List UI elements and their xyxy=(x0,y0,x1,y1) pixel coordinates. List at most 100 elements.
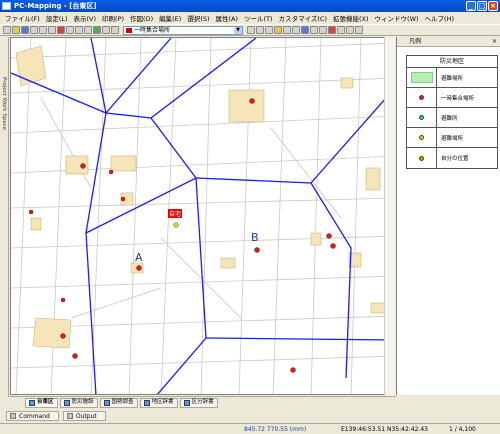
legend-label: 自分の位置 xyxy=(441,156,469,162)
minimize-button[interactable]: _ xyxy=(466,1,476,11)
redo-icon[interactable] xyxy=(75,26,83,34)
tab-taito[interactable]: 台東区 xyxy=(25,397,58,408)
red-dot-icon xyxy=(419,95,424,100)
tab-label: 地区辞書 xyxy=(151,399,174,405)
assembly-points xyxy=(28,98,336,373)
map-icon xyxy=(143,399,150,406)
window-title: PC-Mapping - [台東区] xyxy=(14,2,97,10)
layer-select[interactable]: 一時集合場所 ▼ xyxy=(123,25,243,35)
legend-row: 一時集合場所 xyxy=(407,88,497,108)
point-b-label: B xyxy=(251,231,259,244)
app-icon xyxy=(2,2,11,10)
layer-list-icon[interactable] xyxy=(111,26,119,34)
save-icon[interactable] xyxy=(21,26,29,34)
map-vertical-scrollbar[interactable] xyxy=(384,37,395,395)
undo-icon[interactable] xyxy=(66,26,74,34)
legend-row: 自分の位置 xyxy=(407,148,497,168)
grid-icon[interactable] xyxy=(93,26,101,34)
menu-view[interactable]: 表示(V) xyxy=(71,13,100,23)
tab-label: Command xyxy=(19,412,50,420)
yellow-dot-icon xyxy=(419,135,424,140)
zoom-out-icon[interactable] xyxy=(256,26,264,34)
menu-attribute[interactable]: 属性(A) xyxy=(213,13,242,23)
edit-icon[interactable] xyxy=(346,26,354,34)
menu-help[interactable]: ヘルプ(H) xyxy=(422,13,457,23)
tab-census[interactable]: 国勢調査 xyxy=(99,397,138,408)
project-workspace-label: Project Work Space xyxy=(1,77,7,131)
project-workspace-tab[interactable]: Project Work Space xyxy=(0,37,9,397)
legend-close-icon[interactable]: × xyxy=(492,37,497,47)
tab-label: 防災施設 xyxy=(71,399,94,405)
menu-draw[interactable]: 作図(D) xyxy=(127,13,156,23)
marker-icon[interactable] xyxy=(328,26,336,34)
menu-edit[interactable]: 編集(E) xyxy=(156,13,184,23)
toolbar: 一時集合場所 ▼ xyxy=(0,24,500,36)
refresh-icon[interactable] xyxy=(292,26,300,34)
map-icon xyxy=(103,399,110,406)
map-drawing xyxy=(11,38,394,394)
maximize-button[interactable]: □ xyxy=(477,1,487,11)
layer-swatch-icon xyxy=(126,27,132,33)
legend-header: 防災地区 xyxy=(407,56,497,68)
home-marker-label: 自宅 xyxy=(168,209,183,218)
map-icon xyxy=(29,399,35,406)
menu-file[interactable]: ファイル(F) xyxy=(2,13,43,23)
copy-icon[interactable] xyxy=(39,26,47,34)
menu-customize[interactable]: カスタマイズ(C) xyxy=(276,13,330,23)
olive-dot-icon xyxy=(419,155,424,161)
new-file-icon[interactable] xyxy=(3,26,11,34)
menu-settings[interactable]: 設定(L) xyxy=(43,13,71,23)
tab-division-dictionary[interactable]: 区分辞書 xyxy=(179,397,218,408)
command-icon xyxy=(10,413,16,419)
status-bar: 845.72 770.55 (mm) E139:46:53.51 N35:42:… xyxy=(0,423,500,434)
cut-icon[interactable] xyxy=(57,26,65,34)
settings-icon[interactable] xyxy=(355,26,363,34)
layer-select-value: 一時集合場所 xyxy=(134,26,171,34)
map-icon xyxy=(63,399,70,406)
menu-tools[interactable]: ツール(T) xyxy=(241,13,276,23)
cyan-dot-icon xyxy=(419,115,424,120)
search-icon[interactable] xyxy=(274,26,282,34)
legend-row: 避難場所 xyxy=(407,128,497,148)
tab-label: 台東区 xyxy=(37,399,54,405)
table-icon[interactable] xyxy=(310,26,318,34)
map-canvas[interactable]: 自宅 A B xyxy=(10,37,395,395)
open-folder-icon[interactable] xyxy=(12,26,20,34)
legend-title-bar: 凡例 × xyxy=(397,37,500,47)
map-icon xyxy=(183,399,190,406)
info-icon[interactable] xyxy=(301,26,309,34)
title-bar: PC-Mapping - [台東区] _ □ × xyxy=(0,0,500,12)
pan-icon[interactable] xyxy=(265,26,273,34)
tab-district-dictionary[interactable]: 地区辞書 xyxy=(139,397,178,408)
point-a-label: A xyxy=(135,251,143,264)
chart-icon[interactable] xyxy=(319,26,327,34)
select-icon[interactable] xyxy=(337,26,345,34)
status-scale: 1 / 4,100 xyxy=(449,425,476,433)
output-tab[interactable]: Output xyxy=(62,411,106,421)
print-icon[interactable] xyxy=(30,26,38,34)
legend-table: 防災地区 避難場所 一時集合場所 避難所 避難場所 自分の位置 xyxy=(406,55,498,169)
tab-label: 区分辞書 xyxy=(191,399,214,405)
measure-icon[interactable] xyxy=(283,26,291,34)
legend-label: 避難所 xyxy=(441,115,458,122)
legend-row: 避難所 xyxy=(407,108,497,128)
tab-label: Output xyxy=(75,412,97,420)
menu-print[interactable]: 印刷(P) xyxy=(99,13,127,23)
pointer-icon[interactable] xyxy=(102,26,110,34)
paste-icon[interactable] xyxy=(48,26,56,34)
menu-extensions[interactable]: 拡張機能(X) xyxy=(330,13,372,23)
close-button[interactable]: × xyxy=(488,1,498,11)
legend-label: 避難場所 xyxy=(441,135,464,142)
output-icon xyxy=(66,413,73,419)
tab-label: 国勢調査 xyxy=(111,399,134,405)
menu-select[interactable]: 選択(S) xyxy=(184,13,212,23)
command-tab[interactable]: Command xyxy=(6,411,59,421)
menu-window[interactable]: ウィンドウ(W) xyxy=(372,13,422,23)
legend-label: 一時集合場所 xyxy=(441,95,475,102)
layer-icon[interactable] xyxy=(84,26,92,34)
zoom-in-icon[interactable] xyxy=(247,26,255,34)
tab-disaster-facilities[interactable]: 防災施設 xyxy=(59,397,98,408)
legend-row: 避難場所 xyxy=(407,68,497,88)
chevron-down-icon[interactable]: ▼ xyxy=(234,26,242,34)
menu-bar: ファイル(F) 設定(L) 表示(V) 印刷(P) 作図(D) 編集(E) 選択… xyxy=(0,12,500,24)
